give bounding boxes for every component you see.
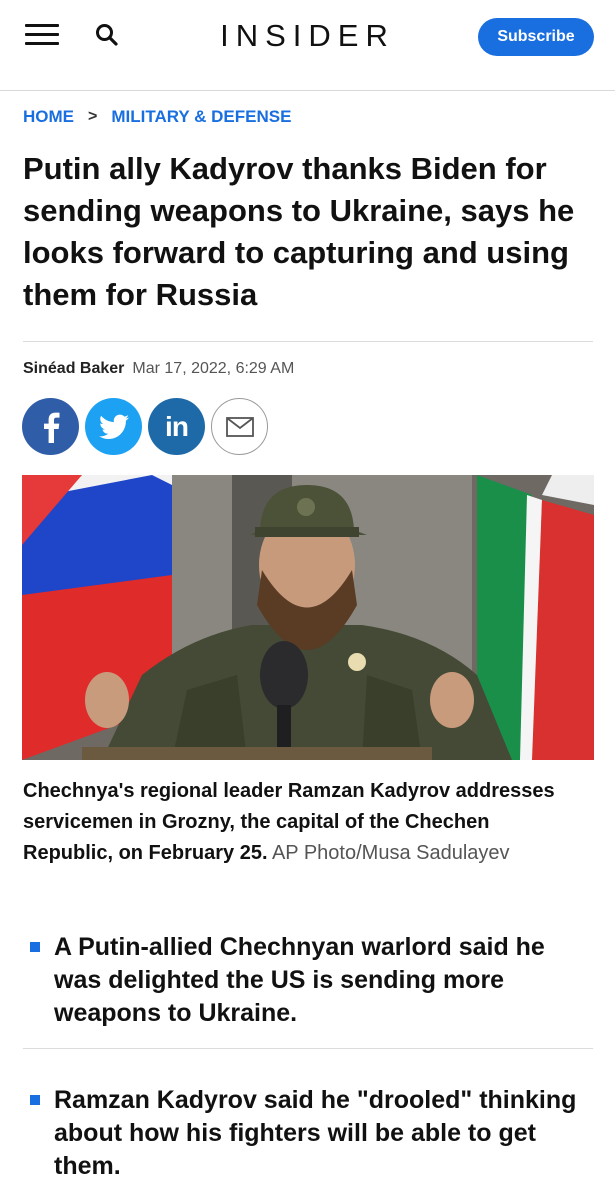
linkedin-icon: in [165, 410, 189, 442]
photo-caption: Chechnya's regional leader Ramzan Kadyro… [23, 776, 583, 869]
publish-date: Mar 17, 2022, 6:29 AM [132, 360, 295, 377]
hero-photo [22, 475, 594, 760]
bullet-text: Ramzan Kadyrov said he "drooled" thinkin… [54, 1086, 577, 1180]
divider [23, 341, 593, 342]
article-headline: Putin ally Kadyrov thanks Biden for send… [23, 151, 575, 312]
bullet-square-icon [30, 942, 40, 952]
site-header: INSIDER Subscribe [0, 0, 615, 91]
twitter-icon [98, 414, 129, 439]
summary-bullet: Ramzan Kadyrov said he "drooled" thinkin… [30, 1084, 590, 1183]
divider [23, 1048, 593, 1049]
bullet-square-icon [30, 1095, 40, 1105]
author-name[interactable]: Sinéad Baker [23, 360, 124, 377]
linkedin-share-button[interactable]: in [148, 398, 205, 455]
search-icon[interactable] [94, 22, 120, 48]
chevron-right-icon: > [88, 108, 98, 125]
share-bar: in [22, 398, 268, 455]
summary-bullet: A Putin-allied Chechnyan warlord said he… [30, 931, 590, 1030]
photo-credit: AP Photo/Musa Sadulayev [271, 842, 510, 864]
breadcrumb-section[interactable]: MILITARY & DEFENSE [111, 107, 291, 127]
breadcrumb: HOME > MILITARY & DEFENSE [23, 107, 291, 127]
breadcrumb-home[interactable]: HOME [23, 107, 74, 127]
email-icon [225, 416, 254, 437]
email-share-button[interactable] [211, 398, 268, 455]
twitter-share-button[interactable] [85, 398, 142, 455]
facebook-icon [43, 412, 59, 443]
bullet-text: A Putin-allied Chechnyan warlord said he… [54, 933, 545, 1027]
facebook-share-button[interactable] [22, 398, 79, 455]
menu-icon[interactable] [25, 24, 59, 46]
subscribe-button[interactable]: Subscribe [478, 18, 594, 56]
byline: Sinéad Baker Mar 17, 2022, 6:29 AM [23, 360, 294, 378]
